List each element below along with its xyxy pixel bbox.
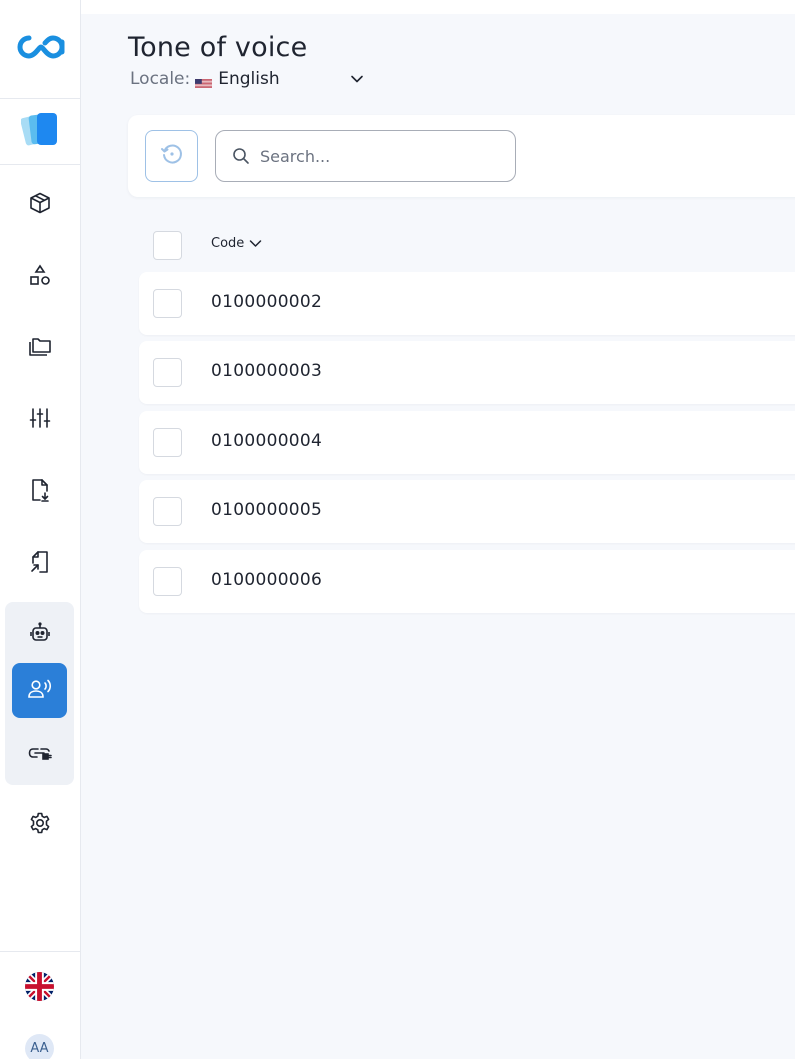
nav-tone-of-voice[interactable] — [12, 663, 67, 718]
row-checkbox[interactable] — [153, 289, 182, 318]
sliders-icon — [28, 406, 52, 434]
page-title: Tone of voice — [128, 32, 308, 63]
row-code: 0100000006 — [211, 570, 323, 590]
logo-area — [0, 0, 81, 99]
box-icon — [28, 191, 52, 219]
sort-chevron-icon[interactable] — [249, 239, 262, 248]
select-all-checkbox[interactable] — [153, 231, 182, 260]
search-icon — [232, 147, 250, 165]
search-field[interactable] — [215, 130, 516, 182]
row-code: 0100000005 — [211, 500, 323, 520]
search-input[interactable] — [260, 146, 500, 166]
language-switcher[interactable] — [25, 972, 54, 1001]
robot-icon — [28, 621, 52, 649]
row-checkbox[interactable] — [153, 497, 182, 526]
top-strip — [81, 0, 795, 14]
row-code: 0100000003 — [211, 361, 323, 381]
column-header-code[interactable]: Code — [211, 236, 262, 251]
reset-button[interactable] — [145, 130, 198, 182]
table-row[interactable]: 0100000006 — [139, 550, 795, 613]
file-download-icon — [28, 477, 52, 507]
voice-icon — [26, 677, 54, 705]
table-row[interactable]: 0100000003 — [139, 341, 795, 404]
row-checkbox[interactable] — [153, 358, 182, 387]
nav-integrations[interactable] — [12, 727, 67, 782]
us-flag-icon — [195, 74, 213, 88]
nav-import[interactable] — [12, 536, 67, 591]
row-checkbox[interactable] — [153, 567, 182, 596]
logo-icon[interactable] — [13, 32, 69, 66]
row-code: 0100000004 — [211, 431, 323, 451]
user-avatar[interactable]: AA — [25, 1034, 54, 1059]
locale-label: Locale: — [130, 69, 191, 89]
sidebar: AA — [0, 0, 81, 1059]
table-row[interactable]: 0100000002 — [139, 272, 795, 335]
row-code: 0100000002 — [211, 292, 323, 312]
cards-app-icon — [19, 111, 61, 153]
shapes-icon — [28, 263, 52, 291]
locale-selector[interactable]: Locale: English — [130, 68, 364, 90]
gear-icon — [28, 811, 52, 839]
nav-categories[interactable] — [12, 249, 67, 304]
nav-ai-assistant[interactable] — [12, 607, 67, 662]
link-plug-icon — [27, 741, 53, 769]
column-header-label: Code — [211, 236, 245, 251]
app-switcher[interactable] — [0, 99, 81, 165]
nav-export[interactable] — [12, 464, 67, 519]
folders-icon — [27, 334, 53, 362]
table-row[interactable]: 0100000004 — [139, 411, 795, 474]
file-import-icon — [28, 549, 52, 579]
locale-value: English — [218, 69, 280, 89]
chevron-down-icon[interactable] — [350, 74, 364, 84]
row-checkbox[interactable] — [153, 428, 182, 457]
nav-products[interactable] — [12, 177, 67, 232]
nav-assets[interactable] — [12, 320, 67, 375]
table-row[interactable]: 0100000005 — [139, 480, 795, 543]
nav-settings-sliders[interactable] — [12, 392, 67, 447]
history-icon — [159, 141, 185, 171]
nav-settings[interactable] — [12, 797, 67, 852]
